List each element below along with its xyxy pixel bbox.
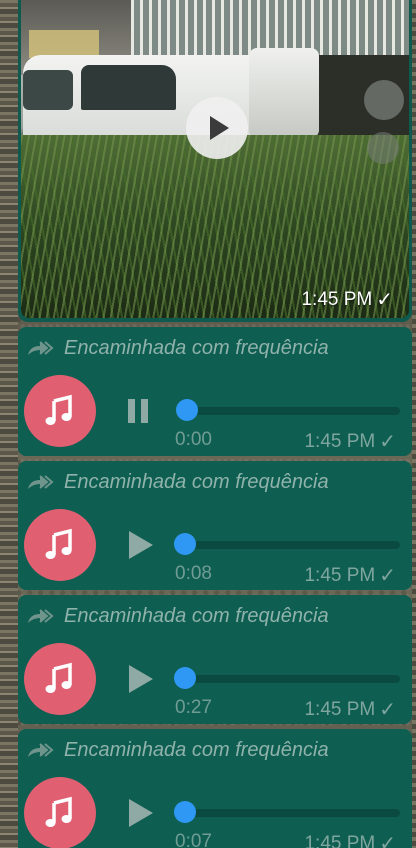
play-icon [129,799,153,827]
video-play-button[interactable] [186,97,248,159]
audio-message-bubble[interactable]: Encaminhada com frequência 0:07 1:45 PM … [18,729,412,848]
video-scene-truck-window [81,65,176,110]
audio-time-text: 1:45 PM [304,832,376,848]
play-button[interactable] [122,797,154,829]
play-icon [129,665,153,693]
audio-timestamp: 1:45 PM ✓ [304,429,396,454]
video-thumbnail[interactable]: 1:45 PM ✓ [21,0,409,318]
audio-timestamp: 1:45 PM ✓ [304,563,396,588]
music-icon-avatar [24,375,96,447]
audio-progress-handle[interactable] [174,533,196,555]
video-scene-truck-windshield [23,70,73,110]
forward-arrows-icon [28,474,54,489]
single-check-icon: ✓ [379,431,396,453]
audio-message-bubble[interactable]: Encaminhada com frequência 0:00 1:45 PM … [18,327,412,456]
audio-duration: 0:07 [175,831,212,848]
play-button[interactable] [122,663,154,695]
audio-timestamp: 1:45 PM ✓ [304,697,396,722]
forwarded-label: Encaminhada com frequência [26,605,329,628]
audio-timestamp: 1:45 PM ✓ [304,831,396,848]
music-icon-avatar [24,509,96,581]
audio-time-text: 1:45 PM [304,698,376,720]
video-time-text: 1:45 PM [301,288,373,310]
forward-arrows-icon [28,340,54,355]
audio-duration: 0:00 [175,429,212,450]
forward-arrows-icon [28,608,54,623]
audio-progress-track[interactable] [182,407,400,415]
video-overlay-circle [367,132,399,164]
single-check-icon: ✓ [376,289,393,311]
forwarded-text: Encaminhada com frequência [64,337,329,359]
music-note-icon [45,796,72,827]
audio-message-bubble[interactable]: Encaminhada com frequência 0:08 1:45 PM … [18,461,412,590]
forwarded-text: Encaminhada com frequência [64,605,329,627]
single-check-icon: ✓ [379,699,396,721]
play-icon [129,531,153,559]
video-message-bubble[interactable]: 1:45 PM ✓ [18,0,412,322]
audio-progress-handle[interactable] [174,667,196,689]
music-note-icon [45,394,72,425]
video-timestamp: 1:45 PM ✓ [301,287,393,312]
video-overlay-circle [364,80,404,120]
forward-arrows-icon [28,742,54,757]
forwarded-text: Encaminhada com frequência [64,471,329,493]
video-scene-cargo [249,48,319,138]
audio-progress-track[interactable] [182,675,400,683]
forwarded-label: Encaminhada com frequência [26,337,329,360]
audio-message-bubble[interactable]: Encaminhada com frequência 0:27 1:45 PM … [18,595,412,724]
audio-duration: 0:27 [175,697,212,718]
video-scene-sign [29,30,99,58]
music-icon-avatar [24,777,96,848]
pause-icon-bar [141,399,148,423]
audio-progress-handle[interactable] [174,801,196,823]
forwarded-label: Encaminhada com frequência [26,739,329,762]
chat-wallpaper-edge-right [412,0,416,848]
audio-progress-handle[interactable] [176,399,198,421]
audio-progress-track[interactable] [182,541,400,549]
audio-progress-track[interactable] [182,809,400,817]
play-icon [210,116,229,140]
chat-wallpaper-edge [0,0,18,848]
single-check-icon: ✓ [379,565,396,587]
audio-time-text: 1:45 PM [304,564,376,586]
forwarded-text: Encaminhada com frequência [64,739,329,761]
pause-icon [128,399,135,423]
forwarded-label: Encaminhada com frequência [26,471,329,494]
audio-time-text: 1:45 PM [304,430,376,452]
music-note-icon [45,662,72,693]
music-icon-avatar [24,643,96,715]
audio-duration: 0:08 [175,563,212,584]
single-check-icon: ✓ [379,833,396,848]
play-button[interactable] [122,529,154,561]
pause-button[interactable] [122,395,154,427]
music-note-icon [45,528,72,559]
